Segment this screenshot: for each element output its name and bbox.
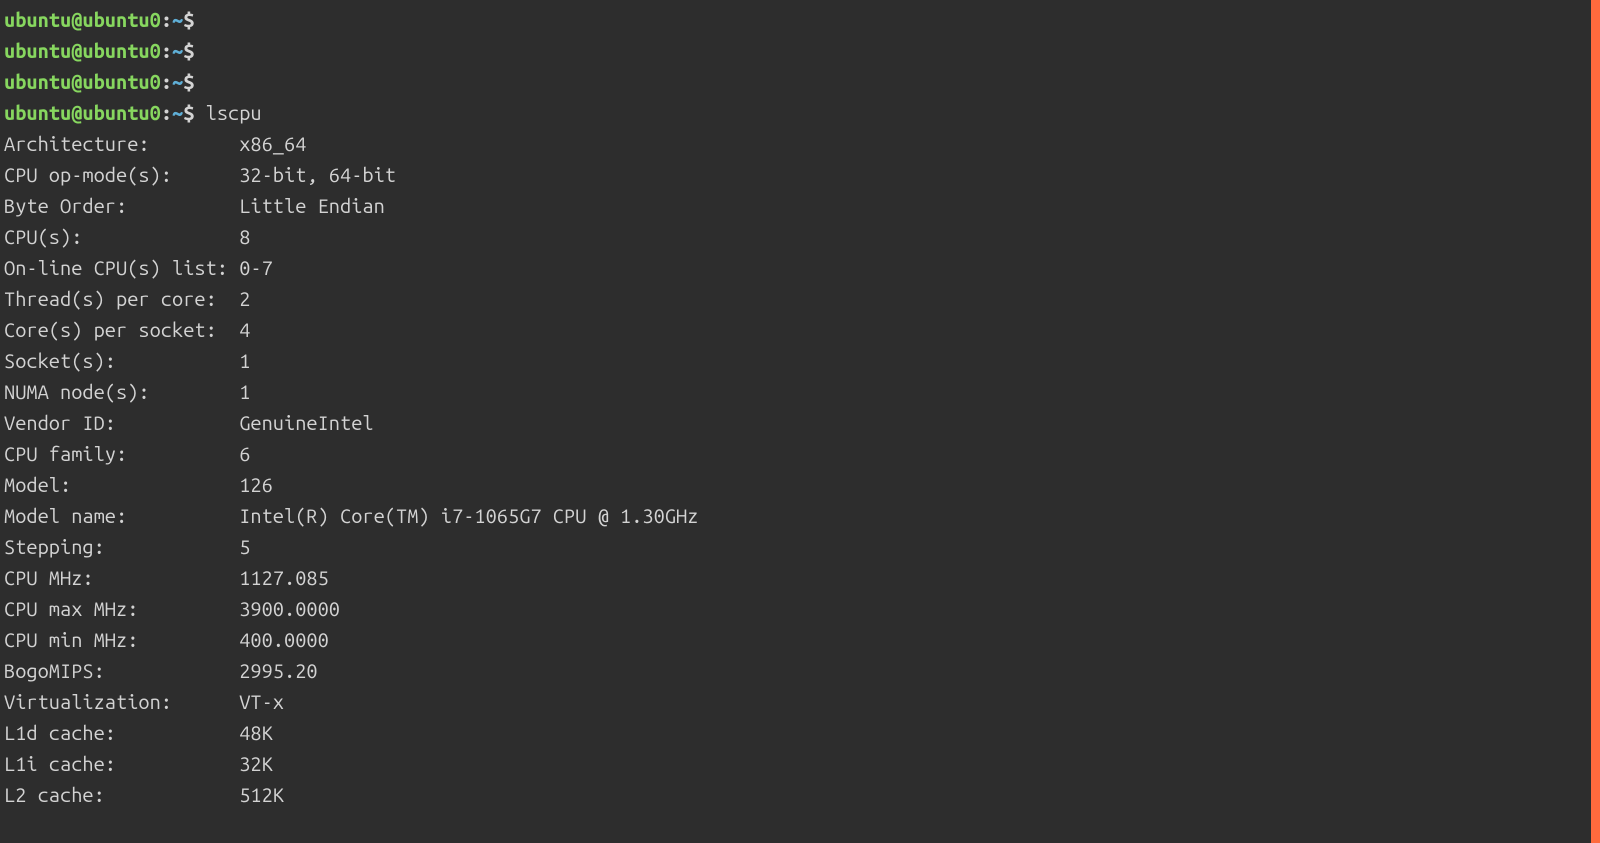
prompt-user-host: ubuntu@ubuntu0 bbox=[4, 101, 161, 124]
output-value: 4 bbox=[239, 318, 250, 341]
output-label: Stepping: bbox=[4, 535, 239, 558]
output-row: CPU(s): 8 bbox=[4, 221, 1600, 252]
prompt-dollar: $ bbox=[183, 8, 194, 31]
output-value: 6 bbox=[239, 442, 250, 465]
output-value: 512K bbox=[239, 783, 284, 806]
command-text: lscpu bbox=[206, 101, 262, 124]
output-row: Model: 126 bbox=[4, 469, 1600, 500]
prompt-path: ~ bbox=[172, 39, 183, 62]
output-value: 126 bbox=[239, 473, 273, 496]
output-value: 48K bbox=[239, 721, 273, 744]
output-value: 0-7 bbox=[239, 256, 273, 279]
prompt-user-host: ubuntu@ubuntu0 bbox=[4, 39, 161, 62]
output-row: CPU op-mode(s): 32-bit, 64-bit bbox=[4, 159, 1600, 190]
command-output: Architecture: x86_64CPU op-mode(s): 32-b… bbox=[4, 128, 1600, 810]
output-row: Stepping: 5 bbox=[4, 531, 1600, 562]
output-value: 5 bbox=[239, 535, 250, 558]
output-value: 32-bit, 64-bit bbox=[239, 163, 396, 186]
prompt-dollar: $ bbox=[183, 101, 194, 124]
output-label: Socket(s): bbox=[4, 349, 239, 372]
output-label: CPU max MHz: bbox=[4, 597, 239, 620]
prompt-line-empty-3: ubuntu@ubuntu0:~$ bbox=[4, 66, 1600, 97]
scrollbar-vertical[interactable] bbox=[1591, 0, 1600, 843]
output-label: L1d cache: bbox=[4, 721, 239, 744]
output-row: Vendor ID: GenuineIntel bbox=[4, 407, 1600, 438]
output-value: GenuineIntel bbox=[239, 411, 373, 434]
output-value: 400.0000 bbox=[239, 628, 329, 651]
output-label: Vendor ID: bbox=[4, 411, 239, 434]
output-row: Model name: Intel(R) Core(TM) i7-1065G7 … bbox=[4, 500, 1600, 531]
prompt-user-host: ubuntu@ubuntu0 bbox=[4, 70, 161, 93]
output-row: Core(s) per socket: 4 bbox=[4, 314, 1600, 345]
output-row: NUMA node(s): 1 bbox=[4, 376, 1600, 407]
prompt-path: ~ bbox=[172, 101, 183, 124]
output-row: L1d cache: 48K bbox=[4, 717, 1600, 748]
output-label: On-line CPU(s) list: bbox=[4, 256, 239, 279]
output-row: CPU MHz: 1127.085 bbox=[4, 562, 1600, 593]
output-value: 3900.0000 bbox=[239, 597, 340, 620]
output-row: L1i cache: 32K bbox=[4, 748, 1600, 779]
output-value: VT-x bbox=[239, 690, 284, 713]
output-row: Thread(s) per core: 2 bbox=[4, 283, 1600, 314]
output-value: Intel(R) Core(TM) i7-1065G7 CPU @ 1.30GH… bbox=[239, 504, 698, 527]
output-value: 32K bbox=[239, 752, 273, 775]
output-label: CPU MHz: bbox=[4, 566, 239, 589]
output-value: 1127.085 bbox=[239, 566, 329, 589]
output-value: Little Endian bbox=[239, 194, 385, 217]
output-label: NUMA node(s): bbox=[4, 380, 239, 403]
prompt-line-empty-2: ubuntu@ubuntu0:~$ bbox=[4, 35, 1600, 66]
output-label: Model name: bbox=[4, 504, 239, 527]
output-label: CPU op-mode(s): bbox=[4, 163, 239, 186]
output-row: CPU min MHz: 400.0000 bbox=[4, 624, 1600, 655]
output-label: CPU family: bbox=[4, 442, 239, 465]
output-label: L1i cache: bbox=[4, 752, 239, 775]
prompt-path: ~ bbox=[172, 8, 183, 31]
output-value: 1 bbox=[239, 349, 250, 372]
output-label: CPU min MHz: bbox=[4, 628, 239, 651]
output-value: 2995.20 bbox=[239, 659, 317, 682]
output-label: CPU(s): bbox=[4, 225, 239, 248]
prompt-dollar: $ bbox=[183, 70, 194, 93]
output-label: Model: bbox=[4, 473, 239, 496]
prompt-colon: : bbox=[161, 70, 172, 93]
terminal-viewport[interactable]: ubuntu@ubuntu0:~$ ubuntu@ubuntu0:~$ ubun… bbox=[4, 4, 1600, 810]
prompt-colon: : bbox=[161, 39, 172, 62]
output-row: BogoMIPS: 2995.20 bbox=[4, 655, 1600, 686]
output-value: 1 bbox=[239, 380, 250, 403]
prompt-colon: : bbox=[161, 8, 172, 31]
output-value: x86_64 bbox=[239, 132, 306, 155]
output-label: Virtualization: bbox=[4, 690, 239, 713]
output-row: CPU max MHz: 3900.0000 bbox=[4, 593, 1600, 624]
prompt-colon: : bbox=[161, 101, 172, 124]
output-row: CPU family: 6 bbox=[4, 438, 1600, 469]
prompt-path: ~ bbox=[172, 70, 183, 93]
output-row: Virtualization: VT-x bbox=[4, 686, 1600, 717]
output-label: L2 cache: bbox=[4, 783, 239, 806]
prompt-line-empty-1: ubuntu@ubuntu0:~$ bbox=[4, 4, 1600, 35]
scrollbar-thumb[interactable] bbox=[1591, 0, 1600, 843]
output-label: BogoMIPS: bbox=[4, 659, 239, 682]
output-value: 2 bbox=[239, 287, 250, 310]
output-row: L2 cache: 512K bbox=[4, 779, 1600, 810]
output-row: On-line CPU(s) list: 0-7 bbox=[4, 252, 1600, 283]
prompt-line-command: ubuntu@ubuntu0:~$ lscpu bbox=[4, 97, 1600, 128]
output-row: Socket(s): 1 bbox=[4, 345, 1600, 376]
prompt-dollar: $ bbox=[183, 39, 194, 62]
output-label: Architecture: bbox=[4, 132, 239, 155]
output-row: Architecture: x86_64 bbox=[4, 128, 1600, 159]
prompt-user-host: ubuntu@ubuntu0 bbox=[4, 8, 161, 31]
output-value: 8 bbox=[239, 225, 250, 248]
output-label: Thread(s) per core: bbox=[4, 287, 239, 310]
output-row: Byte Order: Little Endian bbox=[4, 190, 1600, 221]
output-label: Byte Order: bbox=[4, 194, 239, 217]
output-label: Core(s) per socket: bbox=[4, 318, 239, 341]
